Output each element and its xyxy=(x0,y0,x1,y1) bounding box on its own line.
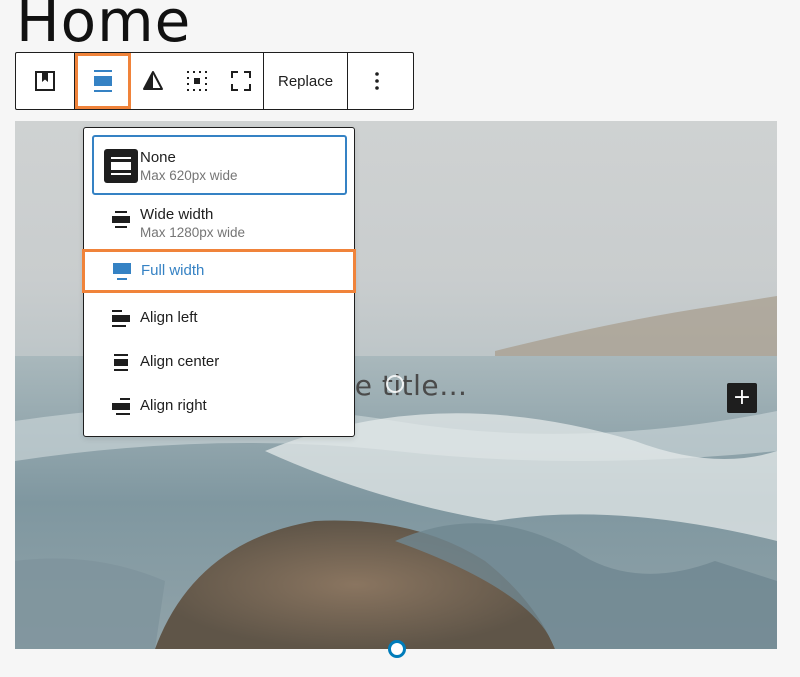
align-wide-text: Wide width Max 1280px wide xyxy=(140,206,245,242)
focal-point-icon xyxy=(386,375,404,393)
content-position-button[interactable] xyxy=(175,53,219,109)
align-none-option[interactable]: None Max 620px wide xyxy=(92,135,347,195)
page-title: Home xyxy=(16,0,192,55)
align-button[interactable] xyxy=(75,53,131,109)
align-full-icon xyxy=(109,258,135,284)
align-full-option[interactable]: Full width xyxy=(82,249,356,293)
block-toolbar: Replace xyxy=(15,52,414,110)
contrast-icon xyxy=(143,71,163,90)
align-right-label: Align right xyxy=(140,397,207,414)
align-left-label: Align left xyxy=(140,309,198,326)
toolbar-group-controls xyxy=(75,53,264,109)
align-center-option[interactable]: Align center xyxy=(84,349,354,375)
replace-button[interactable]: Replace xyxy=(264,53,347,109)
toolbar-group-replace: Replace xyxy=(264,53,349,109)
contrast-button[interactable] xyxy=(131,53,175,109)
resize-handle[interactable] xyxy=(388,640,406,658)
add-block-button[interactable]: + xyxy=(727,383,757,413)
block-type-icon xyxy=(35,71,55,91)
toolbar-group-block xyxy=(16,53,75,109)
toolbar-group-more xyxy=(348,53,406,109)
align-center-label: Align center xyxy=(140,353,220,370)
align-none-label: None xyxy=(140,149,176,166)
align-none-description: Max 620px wide xyxy=(140,168,238,183)
align-right-icon xyxy=(108,393,134,419)
content-position-icon xyxy=(187,71,207,91)
align-wide-label: Wide width xyxy=(140,206,214,223)
fullscreen-icon xyxy=(231,71,251,91)
align-wide-option[interactable]: Wide width Max 1280px wide xyxy=(84,204,354,248)
align-center-icon xyxy=(108,349,134,375)
align-none-text: None Max 620px wide xyxy=(140,149,238,185)
fullscreen-button[interactable] xyxy=(219,53,263,109)
align-wide-icon xyxy=(108,206,134,232)
alignment-menu: None Max 620px wide Wide width Max 1280p… xyxy=(82,127,356,437)
more-vertical-icon xyxy=(375,72,379,90)
block-type-button[interactable] xyxy=(16,53,74,109)
align-icon xyxy=(94,70,112,92)
more-options-button[interactable] xyxy=(348,53,406,109)
align-wide-description: Max 1280px wide xyxy=(140,225,246,240)
align-left-option[interactable]: Align left xyxy=(84,305,354,331)
plus-icon: + xyxy=(732,385,752,410)
align-none-icon xyxy=(104,149,138,183)
align-right-option[interactable]: Align right xyxy=(84,393,354,419)
align-full-label: Full width xyxy=(141,262,205,279)
align-left-icon xyxy=(108,305,134,331)
